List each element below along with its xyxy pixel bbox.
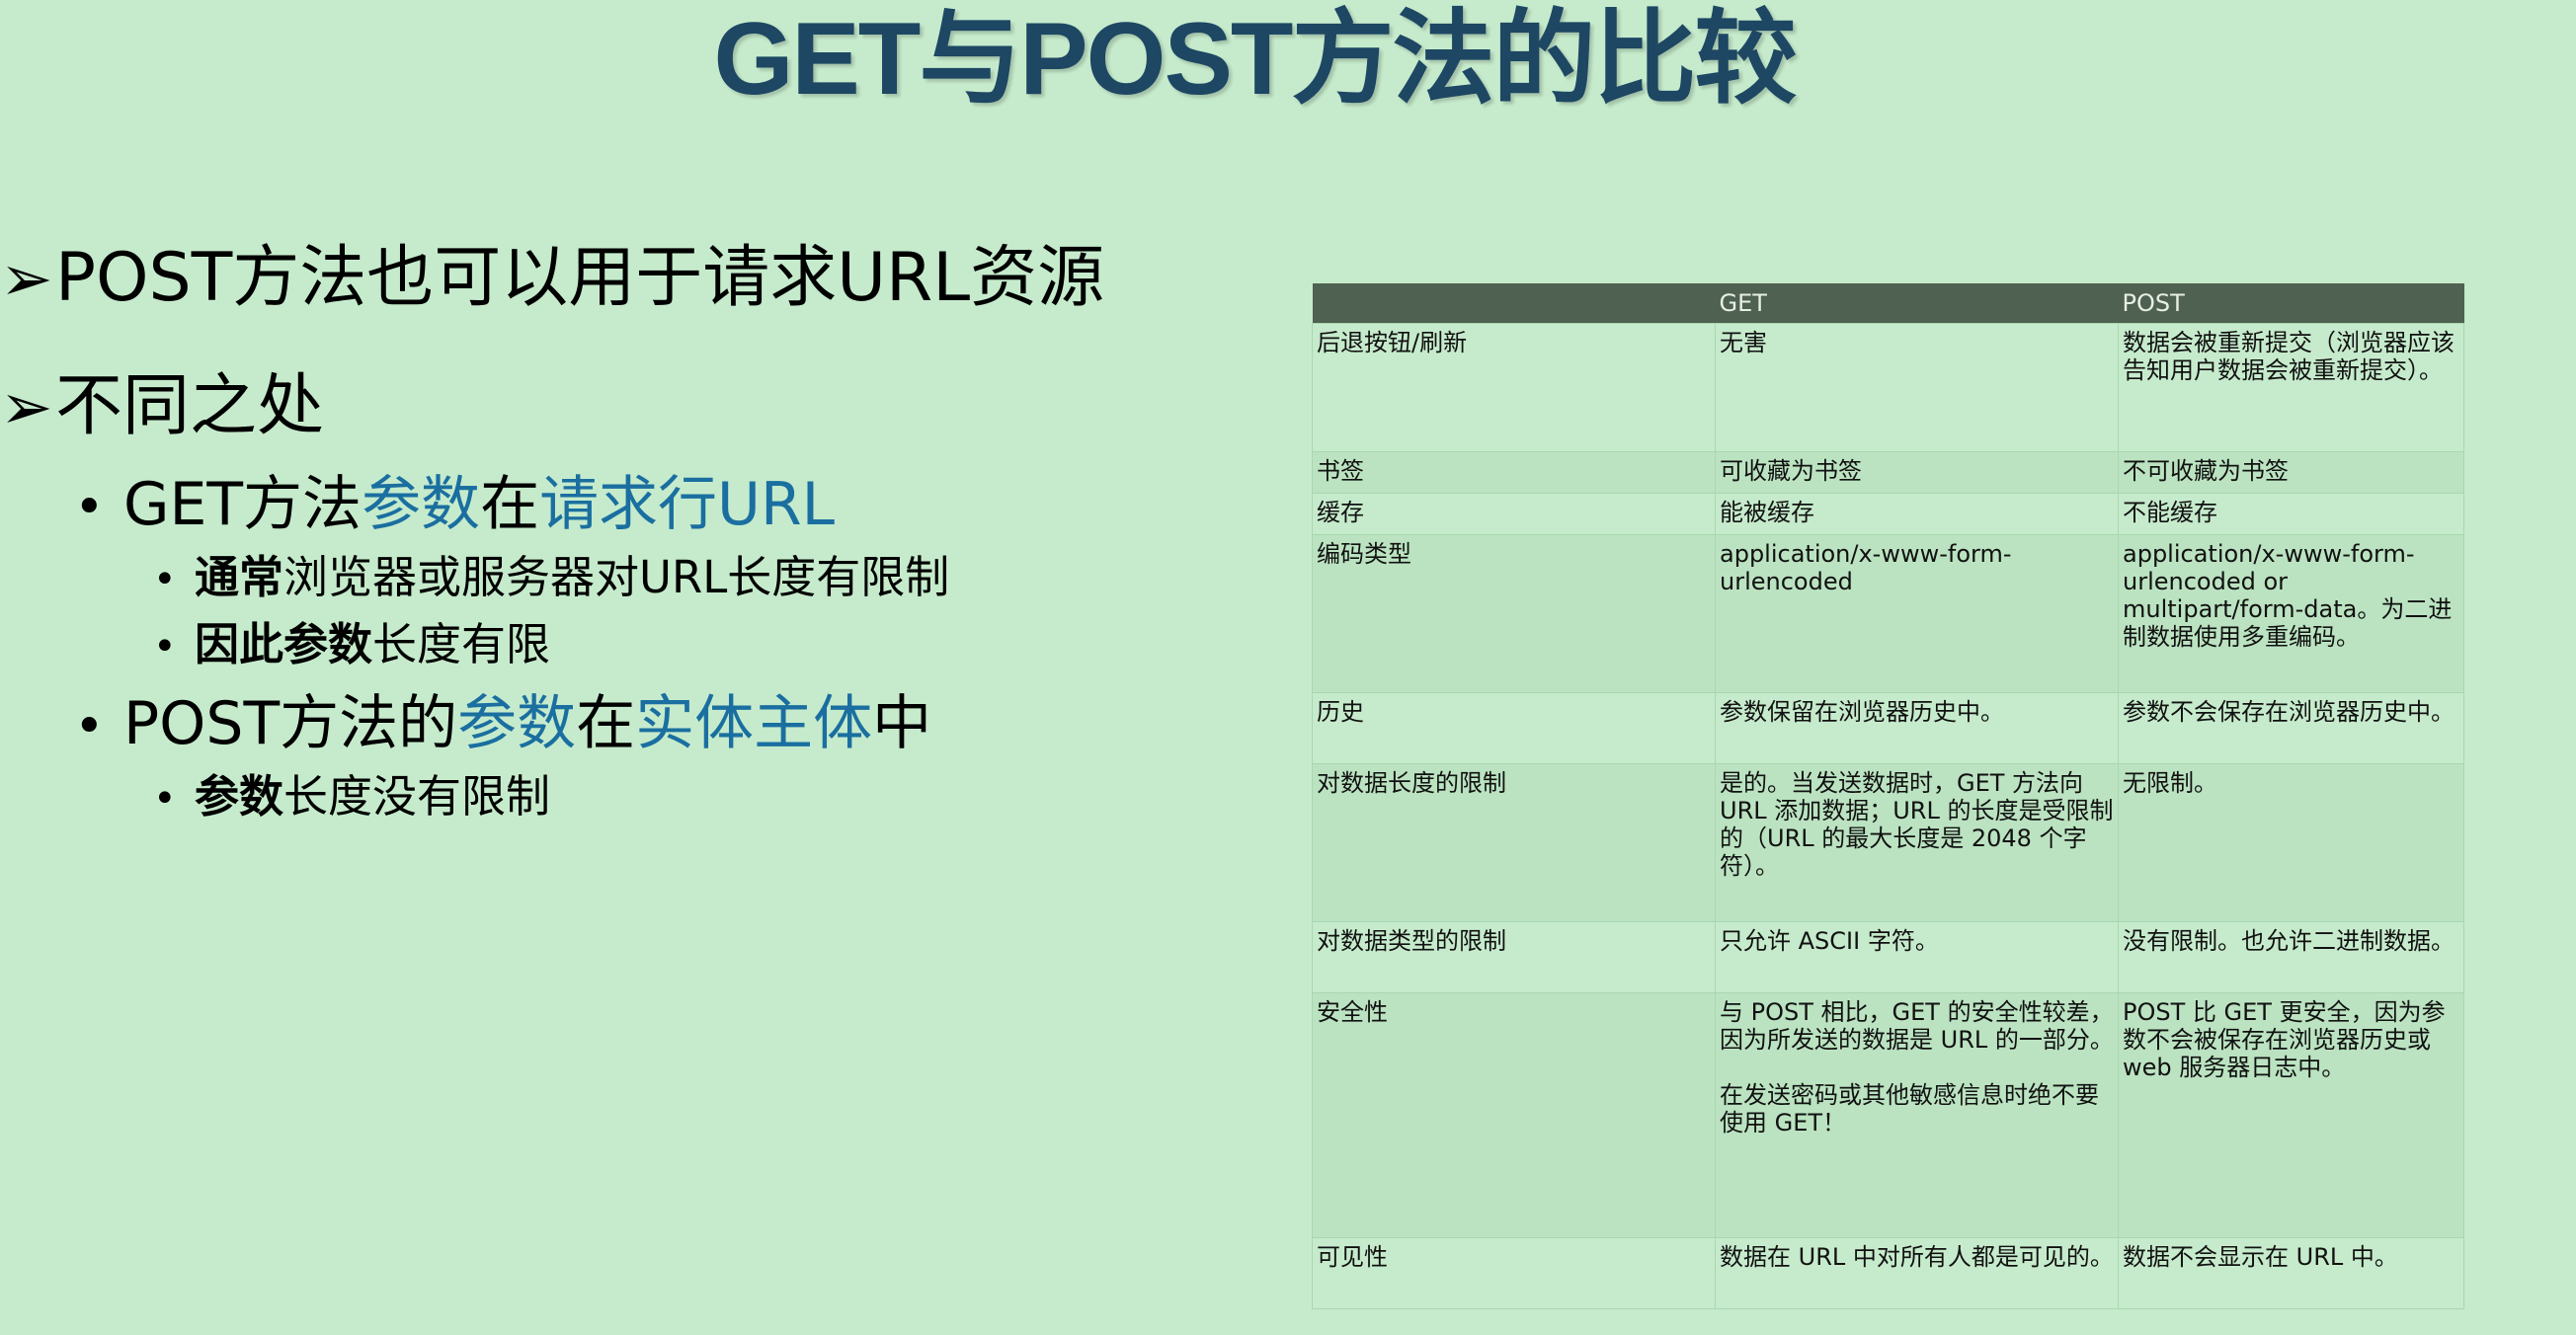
cell-feature: 书签 <box>1312 451 1716 494</box>
dot-bullet-icon: • <box>74 478 105 537</box>
table-row: 后退按钮/刷新 无害 数据会被重新提交（浏览器应该告知用户数据会被重新提交）。 <box>1312 323 2464 452</box>
cell-feature: 后退按钮/刷新 <box>1312 323 1716 452</box>
table-row: 编码类型 application/x-www-form-urlencoded a… <box>1312 534 2464 693</box>
cell-get: 与 POST 相比，GET 的安全性较差，因为所发送的数据是 URL 的一部分。… <box>1715 992 2119 1238</box>
cell-get: 能被缓存 <box>1715 493 2119 535</box>
table-row: 可见性 数据在 URL 中对所有人都是可见的。 数据不会显示在 URL 中。 <box>1312 1237 2464 1309</box>
dot-bullet-icon: • <box>74 697 105 756</box>
cell-post: 无限制。 <box>2118 763 2464 922</box>
cell-get-text: 与 POST 相比，GET 的安全性较差，因为所发送的数据是 URL 的一部分。 <box>1720 998 2114 1054</box>
table-row: 书签 可收藏为书签 不可收藏为书签 <box>1312 451 2464 494</box>
table-row: 历史 参数保留在浏览器历史中。 参数不会保存在浏览器历史中。 <box>1312 692 2464 764</box>
cell-post: application/x-www-form-urlencoded or mul… <box>2118 534 2464 693</box>
cell-feature: 对数据类型的限制 <box>1312 921 1716 993</box>
cell-post: 参数不会保存在浏览器历史中。 <box>2118 692 2464 764</box>
header-post: POST <box>2118 283 2464 324</box>
table-row: 对数据类型的限制 只允许 ASCII 字符。 没有限制。也允许二进制数据。 <box>1312 921 2464 993</box>
cell-post: POST 比 GET 更安全，因为参数不会被保存在浏览器历史或 web 服务器日… <box>2118 992 2464 1238</box>
arrow-bullet-icon: ➢ <box>0 243 53 316</box>
table-header-row: GET POST <box>1312 283 2464 324</box>
comparison-table: GET POST 后退按钮/刷新 无害 数据会被重新提交（浏览器应该告知用户数据… <box>1312 283 2464 1309</box>
cell-feature: 缓存 <box>1312 493 1716 535</box>
dot-bullet-icon: • <box>153 776 177 822</box>
cell-post: 不能缓存 <box>2118 493 2464 535</box>
cell-get: 无害 <box>1715 323 2119 452</box>
cell-feature: 编码类型 <box>1312 534 1716 693</box>
sub-bullet-no-limit: • 参数长度没有限制 <box>153 767 550 828</box>
bullet-differences: ➢不同之处 <box>0 365 324 449</box>
cell-get: 是的。当发送数据时，GET 方法向 URL 添加数据；URL 的长度是受限制的（… <box>1715 763 2119 922</box>
cell-feature: 历史 <box>1312 692 1716 764</box>
table-row: 安全性 与 POST 相比，GET 的安全性较差，因为所发送的数据是 URL 的… <box>1312 992 2464 1238</box>
slide-title: GET与POST方法的比较 <box>713 2 1798 117</box>
cell-get: 数据在 URL 中对所有人都是可见的。 <box>1715 1237 2119 1309</box>
table-row: 对数据长度的限制 是的。当发送数据时，GET 方法向 URL 添加数据；URL … <box>1312 763 2464 922</box>
cell-feature: 对数据长度的限制 <box>1312 763 1716 922</box>
cell-feature: 可见性 <box>1312 1237 1716 1309</box>
bullet-get-params: • GET方法参数在请求行URL <box>74 467 835 545</box>
header-get: GET <box>1715 283 2119 324</box>
cell-post: 没有限制。也允许二进制数据。 <box>2118 921 2464 993</box>
cell-feature: 安全性 <box>1312 992 1716 1238</box>
sub-bullet-param-limit: • 因此参数长度有限 <box>153 615 550 676</box>
bullet-post-params: • POST方法的参数在实体主体中 <box>74 686 931 764</box>
cell-post: 数据会被重新提交（浏览器应该告知用户数据会被重新提交）。 <box>2118 323 2464 452</box>
dot-bullet-icon: • <box>153 624 177 669</box>
cell-post: 数据不会显示在 URL 中。 <box>2118 1237 2464 1309</box>
cell-get: 只允许 ASCII 字符。 <box>1715 921 2119 993</box>
cell-get-note: 在发送密码或其他敏感信息时绝不要使用 GET！ <box>1720 1081 2099 1137</box>
cell-get: 可收藏为书签 <box>1715 451 2119 494</box>
cell-post: 不可收藏为书签 <box>2118 451 2464 494</box>
cell-get: 参数保留在浏览器历史中。 <box>1715 692 2119 764</box>
header-feature <box>1312 283 1716 324</box>
arrow-bullet-icon: ➢ <box>0 371 53 444</box>
table-row: 缓存 能被缓存 不能缓存 <box>1312 493 2464 535</box>
dot-bullet-icon: • <box>153 557 177 602</box>
cell-get: application/x-www-form-urlencoded <box>1715 534 2119 693</box>
bullet-post-url: ➢POST方法也可以用于请求URL资源 <box>0 237 1104 321</box>
sub-bullet-url-limit: • 通常浏览器或服务器对URL长度有限制 <box>153 548 949 609</box>
